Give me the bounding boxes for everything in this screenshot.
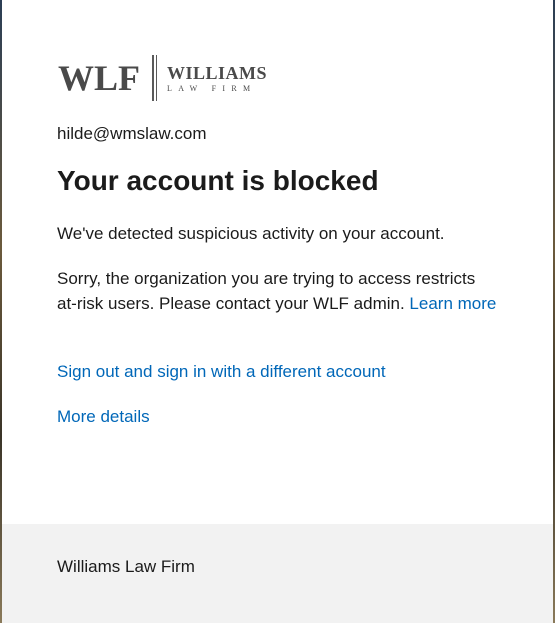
account-email: hilde@wmslaw.com bbox=[57, 124, 207, 143]
logo-divider bbox=[152, 55, 158, 101]
more-details-link[interactable]: More details bbox=[57, 407, 150, 427]
footer-org-name: Williams Law Firm bbox=[57, 557, 195, 576]
page-title: Your account is blocked bbox=[57, 165, 379, 196]
sign-out-link[interactable]: Sign out and sign in with a different ac… bbox=[57, 362, 386, 382]
sign-in-card: WLF WILLIAMS LAW FIRM hilde@wmslaw.com Y… bbox=[2, 0, 553, 623]
logo-mark: WLF bbox=[58, 58, 141, 98]
suspicious-activity-message: We've detected suspicious activity on yo… bbox=[57, 224, 445, 243]
logo-subtitle: LAW FIRM bbox=[167, 83, 257, 93]
learn-more-link[interactable]: Learn more bbox=[409, 294, 496, 313]
logo-name: WILLIAMS bbox=[167, 62, 268, 83]
logo-wordmark: WILLIAMS LAW FIRM bbox=[167, 64, 267, 93]
restriction-message: Sorry, the organization you are trying t… bbox=[57, 266, 497, 316]
footer: Williams Law Firm bbox=[2, 524, 553, 623]
company-logo: WLF WILLIAMS LAW FIRM bbox=[58, 54, 267, 102]
